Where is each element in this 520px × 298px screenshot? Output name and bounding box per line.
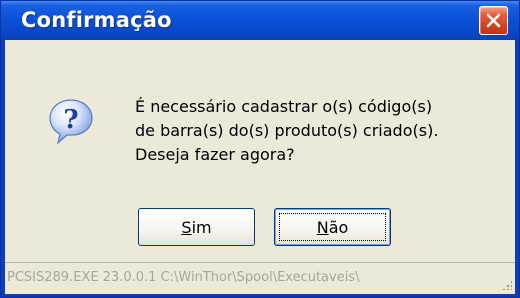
no-button[interactable]: Não (274, 208, 391, 246)
message-line: de barra(s) do(s) produto(s) criado(s). (135, 121, 439, 140)
resize-grip-icon[interactable] (502, 280, 512, 290)
no-button-label: Não (316, 217, 349, 237)
status-bar: PCSIS289.EXE 23.0.0.1 C:\WinThor\Spool\E… (5, 262, 515, 293)
question-icon: ? (49, 99, 93, 145)
status-text: PCSIS289.EXE 23.0.0.1 C:\WinThor\Spool\E… (7, 270, 360, 285)
dialog-title: Confirmação (21, 8, 172, 32)
dialog-window: Confirmação ? É necessário cadastrar o(s… (0, 0, 520, 298)
yes-button[interactable]: Sim (138, 208, 255, 246)
confirmation-message: É necessário cadastrar o(s) código(s) de… (135, 95, 438, 167)
dialog-body: ? É necessário cadastrar o(s) código(s) … (5, 40, 515, 294)
message-line: Deseja fazer agora? (135, 145, 295, 164)
close-button[interactable] (479, 6, 508, 35)
svg-text:?: ? (63, 105, 78, 135)
message-line: É necessário cadastrar o(s) código(s) (135, 97, 433, 116)
title-bar[interactable]: Confirmação (1, 1, 519, 40)
close-icon (486, 13, 501, 28)
yes-button-label: Sim (181, 217, 212, 237)
